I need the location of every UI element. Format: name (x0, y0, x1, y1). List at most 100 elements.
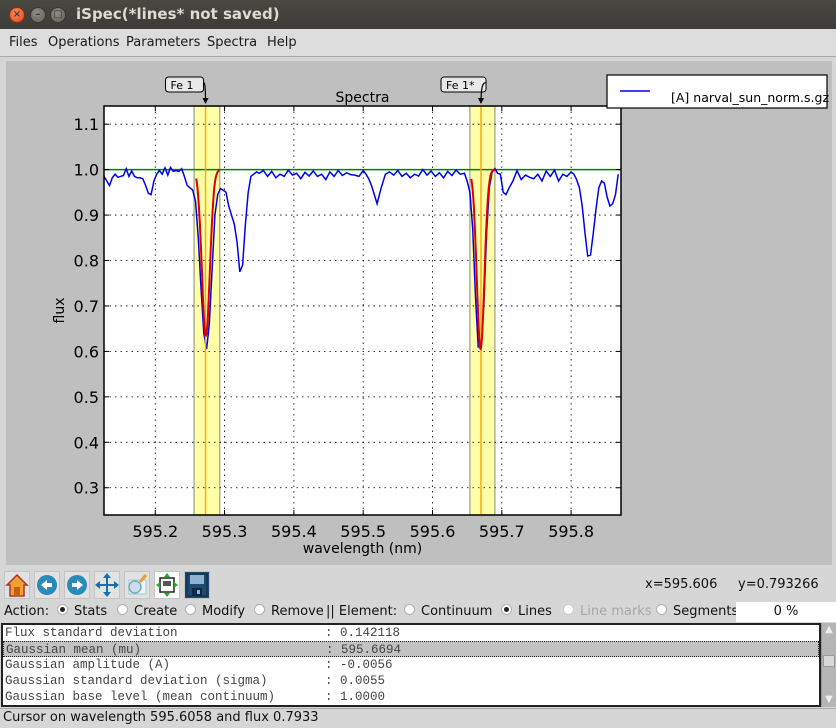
stat-key: Gaussian mean (mu) (6, 643, 142, 657)
menu-spectra[interactable]: Spectra (207, 35, 257, 50)
action-stats-radio[interactable]: Stats (57, 604, 107, 619)
x-tick-label: 595.6 (410, 522, 456, 541)
y-tick-label: 0.7 (74, 297, 99, 316)
element-segments-radio[interactable]: Segments (656, 604, 738, 619)
action-modify-label: Modify (202, 604, 246, 619)
list-item[interactable]: Gaussian base level (mean continuum) : 1.… (3, 689, 819, 705)
floppy-icon (186, 573, 208, 597)
plot-figure[interactable]: 595.2 595.3 595.4 595.5 595.6 595.7 595.8 0.3 0.… (6, 61, 832, 565)
menu-bar: Files Operations Parameters Spectra Help (0, 29, 836, 57)
line-annotation-label: Fe 1 (171, 79, 194, 92)
action-bar: Action: Stats Create Modify Remove || El… (0, 602, 836, 623)
y-tick-label: 0.3 (74, 479, 99, 498)
y-tick-label: 1.0 (74, 161, 99, 180)
scroll-up-icon[interactable]: ▲ (823, 624, 835, 636)
home-button[interactable] (4, 571, 30, 599)
stat-key: Flux standard deviation (5, 626, 178, 640)
list-item[interactable]: Gaussian standard deviation (sigma) : 0.0… (3, 673, 819, 689)
y-tick-label: 0.5 (74, 388, 99, 407)
y-tick-label: 0.8 (74, 252, 99, 271)
status-bar: Cursor on wavelength 595.6058 and flux 0… (0, 708, 836, 728)
menu-parameters[interactable]: Parameters (126, 35, 200, 50)
subplots-icon (156, 573, 178, 597)
spectrum-plot[interactable]: 595.2 595.3 595.4 595.5 595.6 595.7 595.8 0.3 0.… (6, 61, 832, 565)
menu-operations[interactable]: Operations (48, 35, 119, 50)
axes-background (104, 106, 621, 515)
window-maximize-button[interactable]: □ (50, 7, 66, 23)
radio-icon (563, 604, 574, 615)
pan-button[interactable] (94, 571, 120, 599)
action-stats-label: Stats (74, 604, 108, 619)
menu-help[interactable]: Help (267, 35, 297, 50)
action-create-label: Create (134, 604, 178, 619)
radio-icon (404, 604, 415, 615)
element-segments-label: Segments (673, 604, 739, 619)
x-tick-label: 595.5 (340, 522, 386, 541)
back-button[interactable] (34, 571, 60, 599)
action-create-radio[interactable]: Create (117, 604, 177, 619)
window-title: iSpec(*lines* not saved) (76, 5, 280, 23)
x-tick-label: 595.7 (479, 522, 525, 541)
element-line-marks-radio: Line marks (563, 604, 652, 619)
element-continuum-label: Continuum (421, 604, 493, 619)
progress-indicator: 0 % (736, 602, 836, 622)
subplots-button[interactable] (154, 571, 180, 599)
window-close-button[interactable]: × (9, 7, 25, 23)
element-line-marks-label: Line marks (580, 604, 652, 619)
x-tick-label: 595.8 (548, 522, 594, 541)
y-tick-label: 0.9 (74, 206, 99, 225)
arrowhead-icon (202, 98, 209, 104)
action-label: Action: (4, 604, 50, 619)
stat-value: : 1.0000 (325, 690, 386, 704)
scroll-down-icon[interactable]: ▼ (823, 694, 835, 706)
line-region-1 (193, 105, 221, 516)
list-item[interactable]: Flux standard deviation: 0.142118 (3, 625, 819, 641)
menu-files[interactable]: Files (9, 35, 38, 50)
radio-icon (656, 604, 667, 615)
stat-value: : 0.0055 (325, 674, 386, 688)
stat-key: Gaussian standard deviation (sigma) (5, 674, 268, 688)
stat-key: Gaussian amplitude (A) (5, 658, 171, 672)
move-icon (95, 573, 119, 597)
x-tick-label: 595.4 (271, 522, 317, 541)
forward-button[interactable] (64, 571, 90, 599)
stat-value: : -0.0056 (325, 658, 393, 672)
radio-selected-icon (57, 604, 68, 615)
x-tick-label: 595.2 (132, 522, 178, 541)
element-continuum-radio[interactable]: Continuum (404, 604, 492, 619)
element-lines-label: Lines (518, 604, 552, 619)
radio-icon (254, 604, 265, 615)
action-remove-label: Remove (271, 604, 324, 619)
status-text: Cursor on wavelength 595.6058 and flux 0… (3, 710, 319, 725)
save-button[interactable] (184, 571, 210, 599)
zoom-rect-icon (128, 574, 148, 595)
arrowhead-icon (478, 98, 485, 104)
title-bar: × – □ iSpec(*lines* not saved) (0, 0, 836, 29)
arrow-left-icon (37, 575, 57, 595)
y-tick-label: 0.6 (74, 342, 99, 361)
legend: [A] narval_sun_norm.s.gz (606, 74, 829, 109)
action-modify-radio[interactable]: Modify (185, 604, 245, 619)
radio-selected-icon (501, 604, 512, 615)
stats-list[interactable]: Flux standard deviation: 0.142118 Gaussi… (1, 623, 821, 707)
home-icon (5, 573, 29, 597)
stat-key: Gaussian base level (mean continuum) (5, 690, 276, 704)
list-item[interactable]: Gaussian amplitude (A) : -0.0056 (3, 657, 819, 673)
stat-value: : 595.6694 (326, 643, 402, 657)
close-icon: × (12, 9, 22, 20)
zoom-button[interactable] (124, 571, 150, 599)
element-lines-radio[interactable]: Lines (501, 604, 552, 619)
x-axis-label: wavelength (nm) (303, 541, 422, 557)
x-tick-label: 595.3 (202, 522, 248, 541)
stats-scrollbar[interactable]: ▲ ▼ (821, 623, 836, 707)
arrow-right-icon (67, 575, 87, 595)
y-axis-label: flux (52, 298, 68, 324)
list-item-selected[interactable]: Gaussian mean (mu) : 595.6694 (3, 641, 819, 657)
y-tick-label: 1.1 (74, 115, 99, 134)
window-minimize-button[interactable]: – (30, 7, 46, 23)
legend-label: [A] narval_sun_norm.s.gz (671, 90, 829, 105)
y-coordinate-readout: y=0.793266 (738, 577, 819, 592)
action-remove-radio[interactable]: Remove (254, 604, 324, 619)
scrollbar-thumb[interactable] (823, 655, 835, 667)
minimize-icon: – (35, 9, 41, 20)
